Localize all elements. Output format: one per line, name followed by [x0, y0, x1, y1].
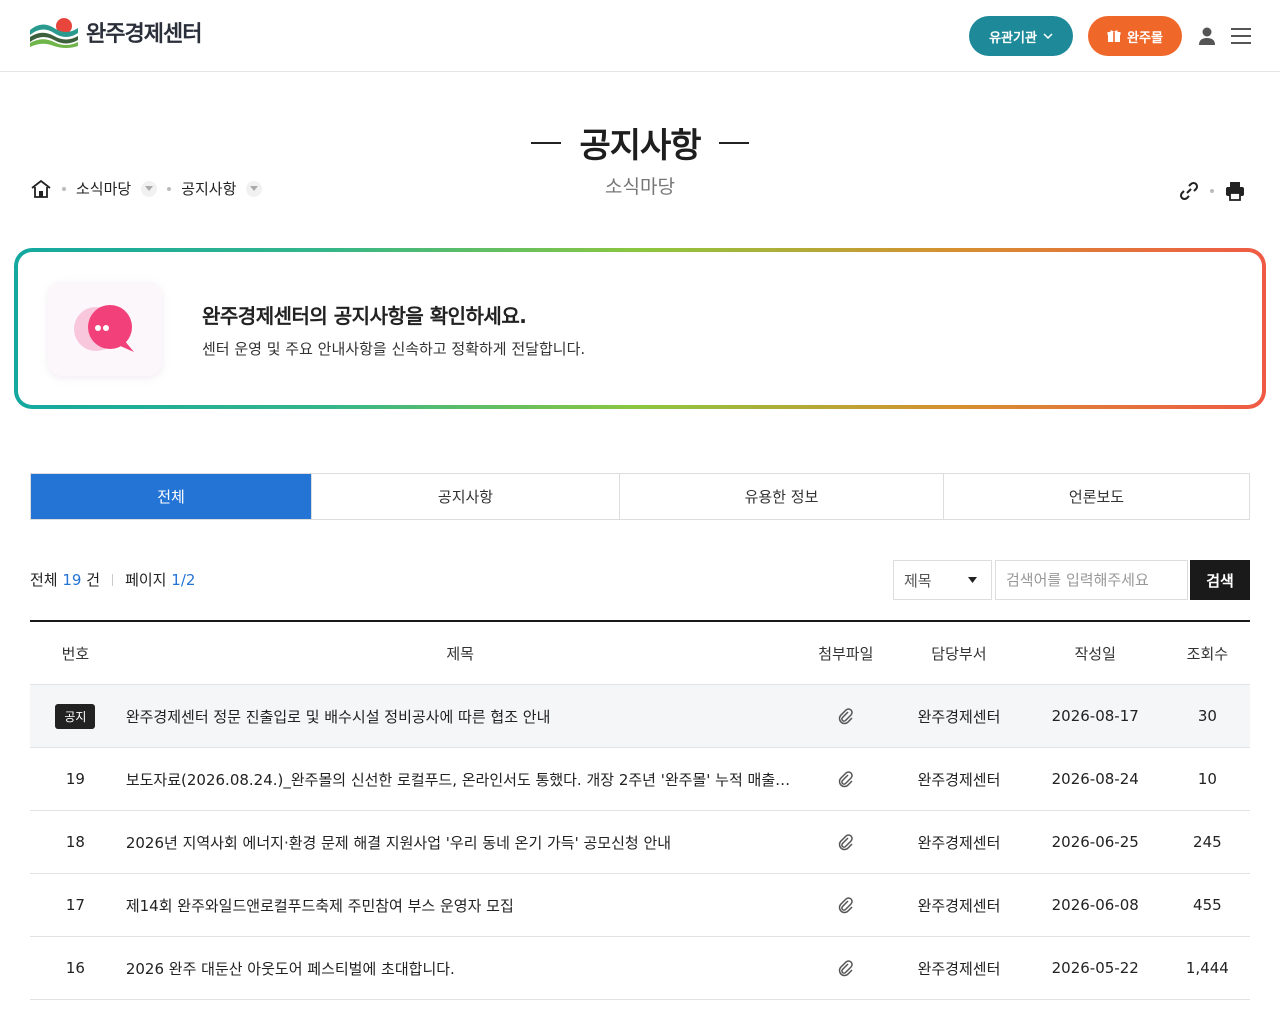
related-orgs-label: 유관기관 [989, 30, 1037, 46]
banner-heading: 완주경제센터의 공지사항을 확인하세요. [202, 304, 527, 328]
total-count: 19 [62, 571, 82, 589]
row-views: 245 [1193, 833, 1222, 851]
site-logo[interactable]: 완주경제센터 [30, 16, 202, 48]
site-header: 완주경제센터 유관기관 완주몰 [0, 0, 1280, 72]
breadcrumb-item-news[interactable]: 소식마당 [76, 178, 131, 199]
row-title-link[interactable]: 2026년 지역사회 에너지·환경 문제 해결 지원사업 '우리 동네 온기 가… [121, 832, 800, 853]
hamburger-menu-icon[interactable] [1231, 27, 1251, 45]
chevron-down-icon [1043, 33, 1053, 39]
tab-all[interactable]: 전체 [31, 474, 311, 519]
page-title-area: 공지사항 [0, 118, 1280, 167]
col-header-attachment: 첨부파일 [818, 644, 874, 663]
row-department: 완주경제센터 [917, 833, 1001, 852]
col-header-title: 제목 [446, 644, 474, 663]
page-title: 공지사항 [531, 118, 749, 167]
col-header-department: 담당부서 [931, 644, 987, 663]
attachment-icon[interactable] [800, 770, 893, 788]
attachment-icon[interactable] [800, 833, 893, 851]
row-views: 30 [1197, 707, 1217, 725]
page-tools [1178, 180, 1246, 202]
row-department: 완주경제센터 [917, 896, 1001, 915]
chevron-down-icon[interactable] [141, 180, 158, 197]
row-department: 완주경제센터 [917, 959, 1001, 978]
page-total: 2 [185, 571, 196, 589]
tab-notice[interactable]: 공지사항 [311, 474, 619, 519]
intro-banner-body: 완주경제센터의 공지사항을 확인하세요. 센터 운영 및 주요 안내사항을 신속… [18, 252, 1262, 405]
search-field-select[interactable]: 제목 [893, 560, 992, 600]
row-date: 2026-08-24 [1051, 770, 1139, 788]
page-current: 1 [171, 571, 181, 589]
table-row[interactable]: 17 제14회 완주와일드앤로컬푸드축제 주민참여 부스 운영자 모집 완주경제센터… [30, 874, 1250, 937]
wanju-mall-button[interactable]: 완주몰 [1088, 16, 1182, 56]
title-dash-left [531, 141, 562, 144]
row-department: 완주경제센터 [917, 707, 1001, 726]
tab-useful-info[interactable]: 유용한 정보 [619, 474, 943, 519]
row-title-link[interactable]: 2026 완주 대둔산 아웃도어 페스티벌에 초대합니다. [121, 958, 800, 979]
link-icon[interactable] [1178, 180, 1200, 202]
search-input[interactable] [995, 560, 1188, 600]
table-row[interactable]: 16 2026 완주 대둔산 아웃도어 페스티벌에 초대합니다. 완주경제센터 202… [30, 937, 1250, 1000]
row-date: 2026-08-17 [1051, 707, 1139, 725]
search-button[interactable]: 검색 [1190, 560, 1250, 600]
user-icon[interactable] [1197, 26, 1217, 46]
row-number: 공지 [30, 703, 121, 729]
table-row[interactable]: 19 보도자료(2026.08.24.)_완주몰의 신선한 로컬푸드, 온라인서도… [30, 748, 1250, 811]
related-orgs-button[interactable]: 유관기관 [969, 16, 1073, 56]
row-number: 17 [65, 896, 85, 914]
row-title-link[interactable]: 제14회 완주와일드앤로컬푸드축제 주민참여 부스 운영자 모집 [121, 895, 800, 916]
row-department: 완주경제센터 [917, 770, 1001, 789]
col-header-views: 조회수 [1186, 644, 1229, 663]
chat-bubble-icon [48, 282, 162, 376]
home-icon[interactable] [30, 179, 52, 199]
notice-badge: 공지 [55, 703, 96, 729]
table-row[interactable]: 공지 완주경제센터 정문 진출입로 및 배수시설 정비공사에 따른 협조 안내 완주… [30, 685, 1250, 748]
logo-mark-icon [30, 18, 78, 48]
row-number: 18 [65, 833, 85, 851]
page-title-text: 공지사항 [579, 126, 701, 166]
attachment-icon[interactable] [800, 896, 893, 914]
row-views: 10 [1197, 770, 1217, 788]
search-field-value: 제목 [904, 571, 932, 590]
col-header-number: 번호 [61, 644, 90, 663]
tools-separator [1210, 189, 1214, 193]
total-label: 전체 19 건 [30, 571, 101, 589]
tab-press[interactable]: 언론보도 [943, 474, 1249, 519]
row-date: 2026-06-25 [1051, 833, 1139, 851]
breadcrumb-separator [62, 186, 66, 191]
breadcrumb-separator [167, 186, 172, 191]
attachment-icon[interactable] [800, 707, 893, 725]
notice-table: 번호 제목 첨부파일 담당부서 작성일 조회수 공지 완주경제센터 정문 진출입로… [30, 620, 1250, 1000]
row-number: 16 [65, 959, 85, 977]
intro-banner: 완주경제센터의 공지사항을 확인하세요. 센터 운영 및 주요 안내사항을 신속… [14, 248, 1266, 409]
wanju-mall-label: 완주몰 [1127, 30, 1163, 46]
attachment-icon[interactable] [800, 959, 893, 977]
print-icon[interactable] [1224, 180, 1246, 202]
row-title-link[interactable]: 보도자료(2026.08.24.)_완주몰의 신선한 로컬푸드, 온라인서도 통… [121, 769, 800, 790]
row-date: 2026-05-22 [1051, 959, 1139, 977]
col-header-date: 작성일 [1074, 644, 1116, 663]
row-views: 455 [1193, 896, 1222, 914]
category-tabs: 전체 공지사항 유용한 정보 언론보도 [30, 473, 1250, 520]
row-title-link[interactable]: 완주경제센터 정문 진출입로 및 배수시설 정비공사에 따른 협조 안내 [121, 706, 800, 727]
chevron-down-icon[interactable] [246, 180, 263, 197]
row-number: 19 [65, 770, 85, 788]
title-dash-right [718, 141, 749, 144]
logo-text: 완주경제센터 [86, 22, 202, 47]
table-header: 번호 제목 첨부파일 담당부서 작성일 조회수 [30, 622, 1250, 685]
summary-divider [112, 573, 114, 586]
result-summary: 전체 19 건 페이지 1/2 [30, 569, 195, 590]
page-indicator: 페이지 1/2 [125, 571, 196, 589]
caret-down-icon [968, 577, 977, 583]
breadcrumb: 소식마당 공지사항 [30, 178, 263, 199]
banner-description: 센터 운영 및 주요 안내사항을 신속하고 정확하게 전달합니다. [202, 340, 586, 358]
table-row[interactable]: 18 2026년 지역사회 에너지·환경 문제 해결 지원사업 '우리 동네 온기… [30, 811, 1250, 874]
breadcrumb-item-notice[interactable]: 공지사항 [181, 178, 236, 199]
gift-icon [1107, 30, 1121, 42]
row-date: 2026-06-08 [1051, 896, 1139, 914]
row-views: 1,444 [1185, 959, 1229, 977]
